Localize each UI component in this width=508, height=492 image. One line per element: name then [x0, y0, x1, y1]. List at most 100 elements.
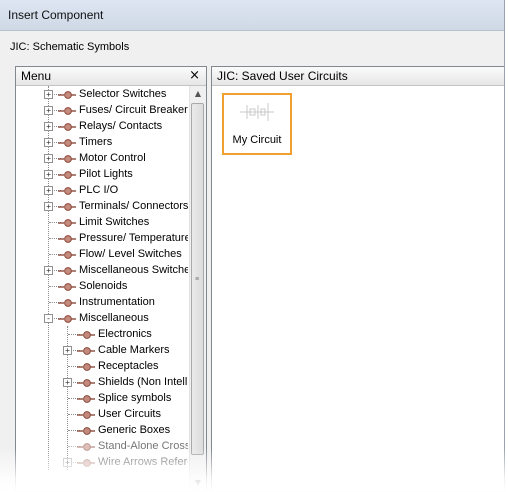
tree-item-label: Solenoids: [79, 280, 128, 292]
tree-item[interactable]: + Pilot Lights: [16, 166, 188, 182]
tree-item[interactable]: Stand-Alone Cross-: [16, 438, 188, 454]
menu-panel-header: Menu ×: [16, 67, 206, 86]
tree-item[interactable]: + Selector Switches: [16, 86, 188, 102]
expand-icon[interactable]: +: [44, 154, 53, 163]
circuit-preview-icon: [240, 103, 274, 121]
circuit-thumbnail-label: My Circuit: [232, 134, 282, 146]
expand-icon[interactable]: +: [44, 90, 53, 99]
tree-item[interactable]: + Wire Arrows Refere: [16, 454, 188, 470]
tree-item-label: Cable Markers: [98, 344, 170, 356]
tree-item-label: Wire Arrows Refere: [98, 456, 188, 468]
component-node-icon: [77, 457, 95, 467]
tree-item-label: User Circuits: [98, 408, 161, 420]
menu-tree: + Selector Switches + Fuses/ Circuit Breake…: [16, 86, 188, 491]
tree-item-label: Flow/ Level Switches: [79, 248, 182, 260]
component-node-icon: [77, 441, 95, 451]
tree-item-label: Limit Switches: [79, 216, 150, 228]
tree-item-label: Stand-Alone Cross-: [98, 440, 188, 452]
component-node-icon: [58, 121, 76, 131]
tree-item-label: Relays/ Contacts: [79, 120, 163, 132]
tree-item[interactable]: + Timers: [16, 134, 188, 150]
tree-item-label: Generic Boxes: [98, 424, 171, 436]
content-panel-title: JIC: Saved User Circuits: [217, 69, 348, 83]
tree-item-label: Electronics: [98, 328, 152, 340]
tree-item-label: Pilot Lights: [79, 168, 133, 180]
tree-item-label: Splice symbols: [98, 392, 172, 404]
component-node-icon: [58, 105, 76, 115]
tree-item[interactable]: Flow/ Level Switches: [16, 246, 188, 262]
component-node-icon: [58, 297, 76, 307]
component-node-icon: [58, 169, 76, 179]
menu-panel: Menu × + Selector Switches + Fuses/ Circuit…: [15, 66, 207, 492]
component-node-icon: [77, 345, 95, 355]
tree-item-label: PLC I/O: [79, 184, 119, 196]
expand-icon[interactable]: +: [44, 266, 53, 275]
component-node-icon: [58, 89, 76, 99]
component-node-icon: [58, 281, 76, 291]
expand-icon[interactable]: +: [63, 346, 72, 355]
component-node-icon: [58, 217, 76, 227]
component-node-icon: [58, 185, 76, 195]
tree-item-label: Instrumentation: [79, 296, 155, 308]
scroll-down-icon[interactable]: ▼: [190, 475, 206, 491]
library-label: JIC: Schematic Symbols: [10, 41, 130, 53]
circuit-thumbnail[interactable]: My Circuit: [222, 93, 292, 155]
component-node-icon: [58, 313, 76, 323]
collapse-icon[interactable]: -: [44, 314, 53, 323]
tree-item[interactable]: + Shields (Non Intelligent): [16, 374, 188, 390]
tree-item[interactable]: Instrumentation: [16, 294, 188, 310]
tree-item-label: Terminals/ Connectors: [79, 200, 188, 212]
tree-item-label: Receptacles: [98, 360, 159, 372]
expand-icon[interactable]: +: [44, 170, 53, 179]
expand-icon[interactable]: +: [44, 122, 53, 131]
component-node-icon: [58, 265, 76, 275]
expand-icon[interactable]: +: [63, 458, 72, 467]
expand-icon[interactable]: +: [44, 138, 53, 147]
tree-item-label: Motor Control: [79, 152, 146, 164]
tree-item[interactable]: Solenoids: [16, 278, 188, 294]
tree-item[interactable]: Generic Boxes: [16, 422, 188, 438]
content-panel: JIC: Saved User Circuits My Circuit: [211, 66, 504, 492]
tree-item-label: Pressure/ Temperature: [79, 232, 188, 244]
tree-item-label: Shields (Non Intelligent): [98, 376, 188, 388]
component-node-icon: [58, 153, 76, 163]
tree-item[interactable]: + Relays/ Contacts: [16, 118, 188, 134]
expand-icon[interactable]: +: [44, 202, 53, 211]
tree-item[interactable]: Splice symbols: [16, 390, 188, 406]
component-node-icon: [77, 361, 95, 371]
content-panel-header: JIC: Saved User Circuits: [212, 67, 504, 86]
component-node-icon: [77, 329, 95, 339]
tree-item[interactable]: + Cable Markers: [16, 342, 188, 358]
tree-item[interactable]: + PLC I/O: [16, 182, 188, 198]
tree-item[interactable]: + Fuses/ Circuit Breakers: [16, 102, 188, 118]
grip-icon: ≡: [195, 276, 200, 283]
component-node-icon: [58, 249, 76, 259]
tree-item[interactable]: Receptacles: [16, 358, 188, 374]
tree-item-label: Timers: [79, 136, 113, 148]
expand-icon[interactable]: +: [44, 106, 53, 115]
tree-item[interactable]: + Motor Control: [16, 150, 188, 166]
tree-item-label: Fuses/ Circuit Breakers: [79, 104, 188, 116]
component-node-icon: [77, 377, 95, 387]
expand-icon[interactable]: +: [44, 186, 53, 195]
component-node-icon: [77, 409, 95, 419]
tree-item[interactable]: Limit Switches: [16, 214, 188, 230]
tree-item[interactable]: Pressure/ Temperature: [16, 230, 188, 246]
tree-item[interactable]: Electronics: [16, 326, 188, 342]
tree-item-label: Miscellaneous Switches: [79, 264, 188, 276]
tree-item[interactable]: User Circuits: [16, 406, 188, 422]
expand-icon[interactable]: +: [63, 378, 72, 387]
component-node-icon: [58, 201, 76, 211]
tree-item[interactable]: - Miscellaneous: [16, 310, 188, 326]
component-node-icon: [58, 137, 76, 147]
tree-item-label: Selector Switches: [79, 88, 167, 100]
close-icon[interactable]: ×: [189, 67, 200, 85]
vertical-scrollbar[interactable]: ▲ ≡ ▼: [189, 86, 206, 491]
scroll-thumb[interactable]: ≡: [191, 103, 204, 455]
component-node-icon: [77, 425, 95, 435]
scroll-up-icon[interactable]: ▲: [190, 86, 206, 102]
tree-item[interactable]: + Miscellaneous Switches: [16, 262, 188, 278]
component-node-icon: [58, 233, 76, 243]
tree-item[interactable]: + Terminals/ Connectors: [16, 198, 188, 214]
window-title: Insert Component: [0, 0, 504, 31]
